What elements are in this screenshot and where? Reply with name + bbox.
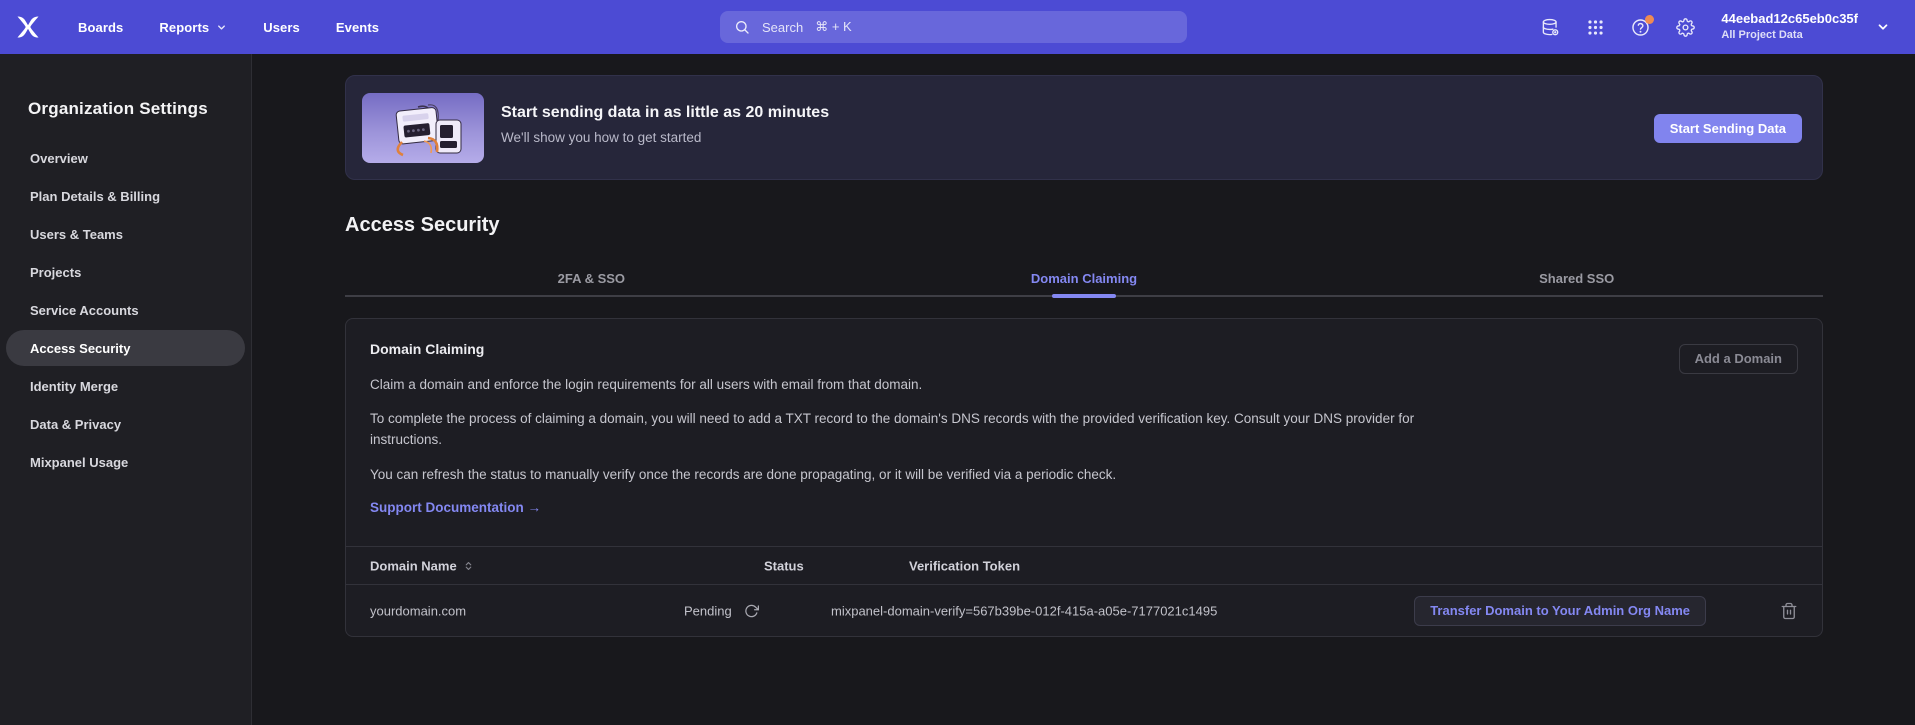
nav-item-users-label: Users	[263, 20, 300, 35]
start-sending-data-button[interactable]: Start Sending Data	[1654, 114, 1802, 143]
sidebar-item-overview[interactable]: Overview	[0, 139, 251, 177]
nav-item-events[interactable]: Events	[336, 20, 379, 35]
sort-icon[interactable]	[463, 560, 474, 571]
sidebar-item-label: Data & Privacy	[30, 417, 121, 432]
tab-label: Domain Claiming	[1031, 271, 1137, 286]
card-title: Domain Claiming	[370, 341, 1798, 357]
sidebar-item-data-privacy[interactable]: Data & Privacy	[0, 405, 251, 443]
sidebar-item-mixpanel-usage[interactable]: Mixpanel Usage	[0, 443, 251, 481]
column-header-domain-name: Domain Name	[370, 558, 474, 573]
domain-name-cell: yourdomain.com	[370, 604, 466, 619]
domains-table: Domain Name Status Verification Token yo…	[346, 546, 1822, 637]
domain-claiming-description-1: Claim a domain and enforce the login req…	[370, 374, 1432, 395]
banner-title: Start sending data in as little as 20 mi…	[501, 104, 829, 122]
nav-right-cluster: 44eebad12c65eb0c35f All Project Data	[1541, 0, 1890, 54]
domain-claiming-card: Add a Domain Domain Claiming Claim a dom…	[345, 318, 1823, 637]
sidebar-item-label: Plan Details & Billing	[30, 189, 160, 204]
chevron-down-icon	[216, 22, 227, 33]
data-management-icon[interactable]	[1541, 18, 1560, 37]
apps-grid-icon[interactable]	[1586, 18, 1605, 37]
nav-item-users[interactable]: Users	[263, 20, 300, 35]
mixpanel-logo-icon[interactable]	[14, 13, 42, 41]
sidebar-item-access-security[interactable]: Access Security	[0, 329, 251, 367]
search-placeholder: Search	[762, 20, 803, 35]
tab-shared-sso[interactable]: Shared SSO	[1330, 262, 1823, 295]
sidebar-title: Organization Settings	[28, 99, 251, 119]
sidebar-item-label: Service Accounts	[30, 303, 139, 318]
status-cell: Pending	[684, 604, 732, 619]
top-navigation-bar: Boards Reports Users Events Search ⌘ + K	[0, 0, 1915, 54]
onboarding-banner: Start sending data in as little as 20 mi…	[345, 75, 1823, 180]
sidebar-item-label: Projects	[30, 265, 81, 280]
org-id-label: 44eebad12c65eb0c35f	[1721, 11, 1858, 28]
support-documentation-link[interactable]: Support Documentation →	[370, 500, 541, 515]
org-settings-sidebar: Organization Settings Overview Plan Deta…	[0, 54, 252, 725]
help-icon[interactable]	[1631, 18, 1650, 37]
sidebar-item-projects[interactable]: Projects	[0, 253, 251, 291]
sidebar-item-label: Overview	[30, 151, 88, 166]
tab-domain-claiming[interactable]: Domain Claiming	[838, 262, 1331, 295]
column-header-label: Verification Token	[909, 558, 1020, 573]
page-title: Access Security	[345, 214, 500, 237]
sidebar-item-users-teams[interactable]: Users & Teams	[0, 215, 251, 253]
sidebar-item-label: Identity Merge	[30, 379, 118, 394]
search-shortcut-hint: ⌘ + K	[815, 19, 852, 35]
tab-label: Shared SSO	[1539, 271, 1614, 286]
sidebar-item-plan-details-billing[interactable]: Plan Details & Billing	[0, 177, 251, 215]
column-header-status: Status	[764, 558, 804, 573]
settings-gear-icon[interactable]	[1676, 18, 1695, 37]
nav-item-reports-label: Reports	[159, 20, 209, 35]
sidebar-items: Overview Plan Details & Billing Users & …	[0, 139, 251, 481]
verification-token-cell: mixpanel-domain-verify=567b39be-012f-415…	[831, 604, 1217, 619]
column-header-verification-token: Verification Token	[909, 558, 1020, 573]
onboarding-illustration	[362, 93, 484, 163]
column-header-label: Domain Name	[370, 558, 457, 573]
sidebar-item-label: Users & Teams	[30, 227, 123, 242]
refresh-status-icon[interactable]	[744, 604, 759, 619]
transfer-domain-button[interactable]: Transfer Domain to Your Admin Org Name	[1414, 596, 1706, 626]
org-chevron-down-icon[interactable]	[1876, 20, 1890, 34]
domain-claiming-description-2: To complete the process of claiming a do…	[370, 408, 1432, 450]
nav-item-reports[interactable]: Reports	[159, 20, 227, 35]
nav-item-events-label: Events	[336, 20, 379, 35]
nav-item-boards[interactable]: Boards	[78, 20, 123, 35]
sidebar-item-identity-merge[interactable]: Identity Merge	[0, 367, 251, 405]
search-input[interactable]: Search ⌘ + K	[720, 11, 1187, 43]
access-security-tabs: 2FA & SSO Domain Claiming Shared SSO	[345, 262, 1823, 297]
search-icon	[734, 19, 750, 35]
domain-claiming-description-3: You can refresh the status to manually v…	[370, 464, 1432, 485]
org-switcher[interactable]: 44eebad12c65eb0c35f All Project Data	[1721, 11, 1858, 42]
delete-domain-trash-icon[interactable]	[1780, 602, 1798, 620]
tab-label: 2FA & SSO	[558, 271, 625, 286]
column-header-label: Status	[764, 558, 804, 573]
nav-links: Boards Reports Users Events	[42, 20, 379, 35]
banner-subtitle: We'll show you how to get started	[501, 130, 701, 145]
add-domain-button[interactable]: Add a Domain	[1679, 344, 1798, 374]
sidebar-item-service-accounts[interactable]: Service Accounts	[0, 291, 251, 329]
domains-table-header: Domain Name Status Verification Token	[346, 546, 1822, 585]
table-row: yourdomain.com Pending mixpanel-domain-v…	[346, 585, 1822, 637]
nav-item-boards-label: Boards	[78, 20, 123, 35]
sidebar-item-label: Access Security	[30, 341, 130, 356]
sidebar-item-label: Mixpanel Usage	[30, 455, 128, 470]
org-scope-label: All Project Data	[1721, 28, 1858, 42]
tab-2fa-sso[interactable]: 2FA & SSO	[345, 262, 838, 295]
notification-dot	[1645, 15, 1654, 24]
